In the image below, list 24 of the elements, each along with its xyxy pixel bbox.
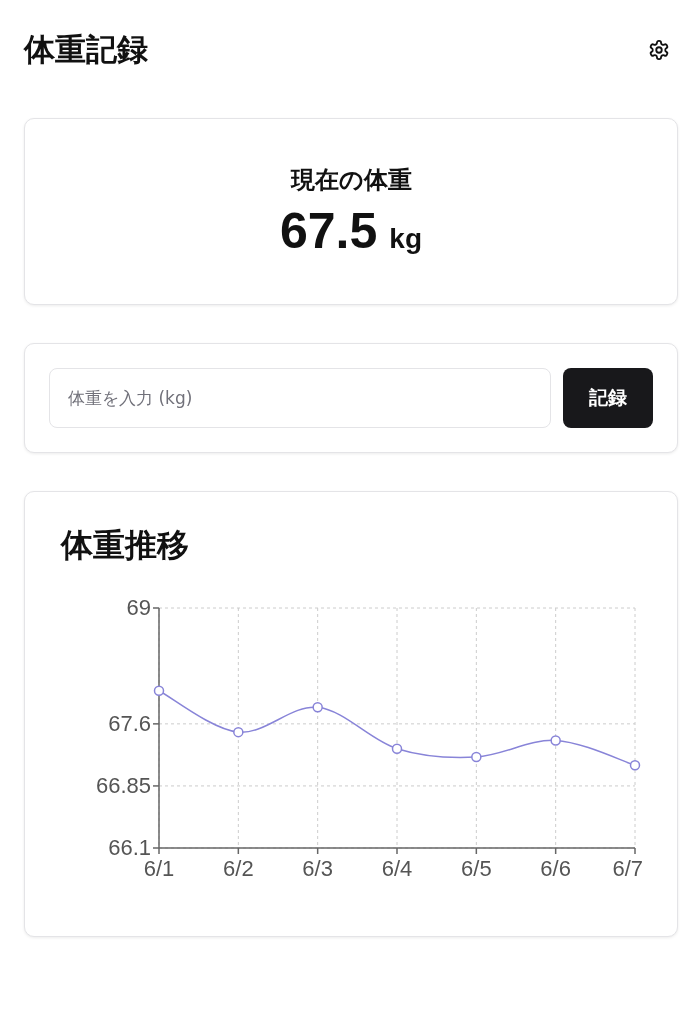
y-tick-label: 69 xyxy=(126,595,151,620)
y-tick-label: 67.6 xyxy=(108,710,151,736)
x-tick-label: 6/4 xyxy=(381,856,413,881)
weight-unit: kg xyxy=(389,222,422,255)
data-point xyxy=(312,702,323,713)
x-tick-label: 6/2 xyxy=(223,856,254,881)
x-tick-label: 6/5 xyxy=(461,856,492,881)
data-point xyxy=(471,751,482,763)
y-tick-label: 66.85 xyxy=(95,772,151,798)
data-point xyxy=(233,726,244,738)
data-point xyxy=(629,760,641,771)
data-point xyxy=(391,743,403,754)
current-weight-value: 67.5 xyxy=(280,201,378,260)
x-tick-label: 6/7 xyxy=(612,856,643,881)
x-tick-label: 6/3 xyxy=(302,856,333,881)
page-title: 体重記録 xyxy=(24,30,148,69)
x-tick-label: 6/6 xyxy=(540,856,571,881)
data-point xyxy=(153,685,165,696)
data-point xyxy=(550,735,561,746)
weight-input-field[interactable]: 体重を入力 (kg) xyxy=(49,368,551,428)
settings-icon[interactable] xyxy=(648,39,670,61)
record-button[interactable]: 記録 xyxy=(563,368,653,428)
current-weight-label: 現在の体重 xyxy=(290,164,412,196)
chart-title: 体重推移 xyxy=(59,525,190,566)
